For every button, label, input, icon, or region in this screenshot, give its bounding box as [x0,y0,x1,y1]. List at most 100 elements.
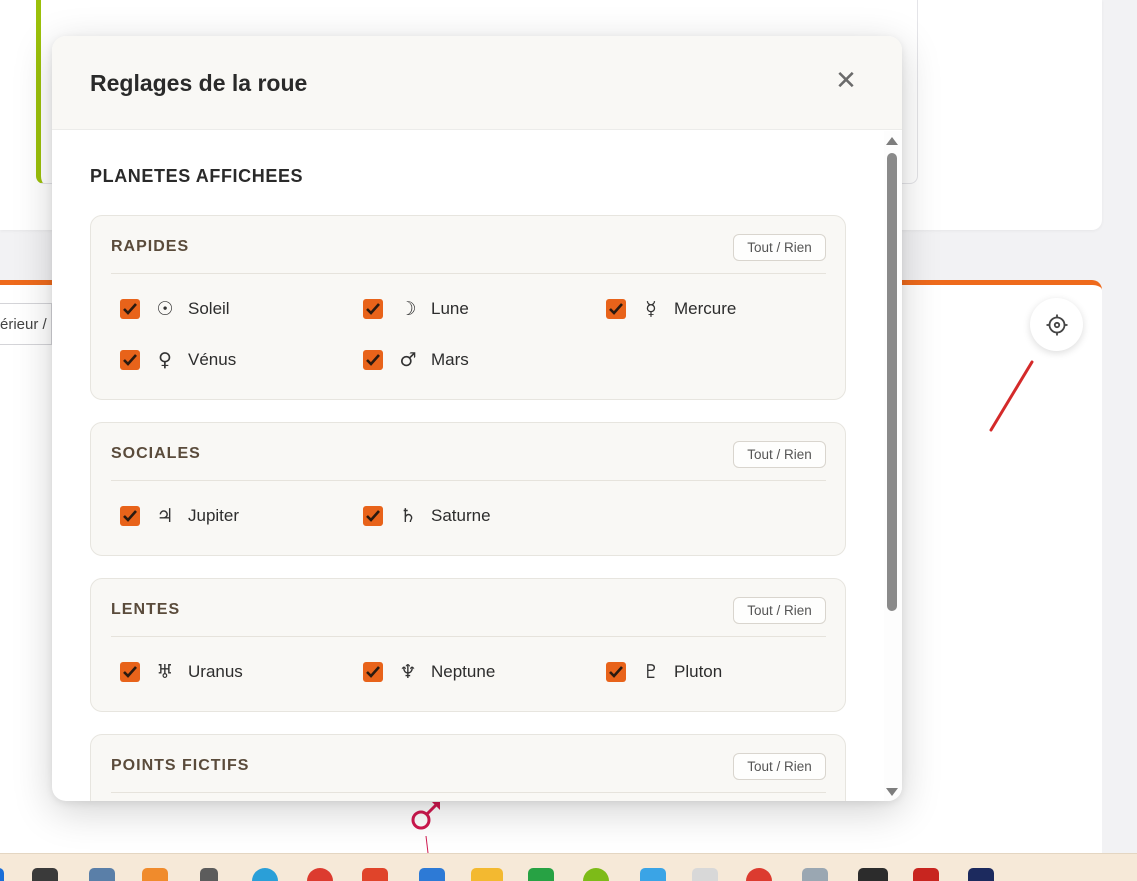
taskbar-app-icon[interactable] [142,868,168,881]
uranus-icon: ♅ [156,661,174,683]
taskbar-app-icon[interactable] [32,868,58,881]
close-button[interactable]: ✕ [832,66,860,94]
taskbar-app-icon[interactable] [307,868,333,881]
taskbar-app-icon[interactable] [746,868,772,881]
taskbar-app-icon[interactable] [362,868,388,881]
checkmark-icon [366,354,380,366]
planet-label: Uranus [188,662,243,681]
taskbar-app-icon[interactable] [692,868,718,881]
modal-title: Reglages de la roue [90,70,308,96]
taskbar-app-icon[interactable] [419,868,445,881]
mars-icon: ♂ [399,349,417,371]
planet-label: Vénus [188,350,237,369]
checkmark-icon [366,303,380,315]
checkbox-checked[interactable] [120,350,140,370]
planet-label: Mercure [674,299,737,318]
taskbar-app-icon[interactable] [528,868,554,881]
modal-header: Reglages de la roue ✕ [52,36,902,130]
group-sociales: SOCIALES Tout / Rien ♃ Jupiter ♄ Saturne [90,422,846,556]
wheel-settings-modal: Reglages de la roue ✕ PLANETES AFFICHEES… [52,36,902,801]
gear-icon [1046,314,1067,335]
checkmark-icon [609,666,623,678]
scrollbar-thumb[interactable] [887,153,897,611]
taskbar-app-icon[interactable] [0,868,4,881]
mercury-icon: ☿ [645,298,657,320]
checkbox-checked[interactable] [606,662,626,682]
checkbox-checked[interactable] [120,506,140,526]
planet-label: Jupiter [188,506,240,525]
planet-label: Neptune [431,662,496,681]
checkbox-checked[interactable] [363,506,383,526]
section-title: PLANETES AFFICHEES [90,166,304,186]
taskbar-app-icon[interactable] [583,868,609,881]
taskbar-app-icon[interactable] [968,868,994,881]
group-title: RAPIDES [111,238,190,255]
mars-chart-symbol-icon [411,802,440,854]
checkbox-checked[interactable] [363,350,383,370]
taskbar-app-icon[interactable] [640,868,666,881]
planet-label: Soleil [188,299,230,318]
background-breadcrumb[interactable]: érieur / [0,303,52,345]
taskbar-app-icon[interactable] [471,868,503,881]
planet-option-neptune[interactable]: ♆ Neptune [363,659,495,685]
checkbox-checked[interactable] [363,299,383,319]
checkmark-icon [123,510,137,522]
planet-option-uranus[interactable]: ♅ Uranus [120,659,243,685]
group-points-fictifs: POINTS FICTIFS Tout / Rien [90,734,846,801]
jupiter-icon: ♃ [156,505,174,527]
checkbox-checked[interactable] [606,299,626,319]
pluto-icon: ♇ [642,661,660,683]
toggle-all-button[interactable]: Tout / Rien [733,753,826,780]
divider [111,792,826,793]
divider [111,273,826,274]
toggle-all-button[interactable]: Tout / Rien [733,597,826,624]
divider [111,480,826,481]
group-title: SOCIALES [111,445,201,462]
divider [111,636,826,637]
moon-icon: ☽ [399,298,417,320]
taskbar-app-icon[interactable] [913,868,939,881]
planet-label: Saturne [431,506,491,525]
checkbox-checked[interactable] [120,662,140,682]
planet-option-soleil[interactable]: ☉ Soleil [120,296,230,322]
checkmark-icon [366,510,380,522]
planet-label: Pluton [674,662,723,681]
checkmark-icon [609,303,623,315]
planet-option-mars[interactable]: ♂ Mars [363,347,469,373]
planet-option-lune[interactable]: ☽ Lune [363,296,469,322]
toggle-all-button[interactable]: Tout / Rien [733,234,826,261]
toggle-all-button[interactable]: Tout / Rien [733,441,826,468]
taskbar-app-icon[interactable] [89,868,115,881]
modal-body: PLANETES AFFICHEES RAPIDES Tout / Rien ☉… [52,131,902,801]
planet-label: Lune [431,299,469,318]
os-taskbar [0,853,1137,881]
checkmark-icon [123,303,137,315]
taskbar-app-icon[interactable] [252,868,278,881]
venus-icon: ♀ [158,349,172,371]
checkmark-icon [123,354,137,366]
taskbar-app-icon[interactable] [858,868,888,881]
checkbox-checked[interactable] [120,299,140,319]
group-lentes: LENTES Tout / Rien ♅ Uranus ♆ Neptune ♇ … [90,578,846,712]
group-title: POINTS FICTIFS [111,757,250,774]
checkmark-icon [123,666,137,678]
neptune-icon: ♆ [399,661,417,683]
scroll-down-arrow-icon[interactable] [886,788,898,796]
planet-option-saturne[interactable]: ♄ Saturne [363,503,491,529]
group-title: LENTES [111,601,181,618]
checkmark-icon [366,666,380,678]
annotation-red-line [989,360,1034,432]
saturn-icon: ♄ [399,505,417,527]
taskbar-app-icon[interactable] [200,868,218,881]
sun-icon: ☉ [156,298,174,320]
planet-label: Mars [431,350,469,369]
taskbar-app-icon[interactable] [802,868,828,881]
scroll-up-arrow-icon[interactable] [886,137,898,145]
planet-option-mercure[interactable]: ☿ Mercure [606,296,736,322]
group-rapides: RAPIDES Tout / Rien ☉ Soleil ☽ Lune ☿ Me… [90,215,846,400]
planet-option-venus[interactable]: ♀ Vénus [120,347,236,373]
planet-option-pluton[interactable]: ♇ Pluton [606,659,722,685]
settings-button[interactable] [1030,298,1083,351]
checkbox-checked[interactable] [363,662,383,682]
planet-option-jupiter[interactable]: ♃ Jupiter [120,503,239,529]
